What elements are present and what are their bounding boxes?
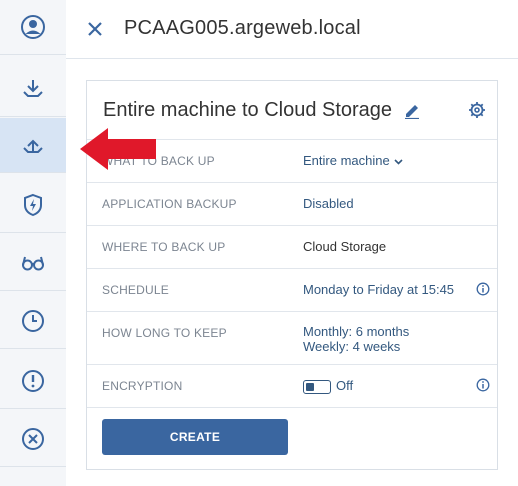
chevron-down-icon — [394, 158, 403, 165]
row-how-long-to-keep[interactable]: How long to keep Monthly: 6 months Weekly… — [87, 311, 497, 364]
row-value[interactable]: Off — [303, 378, 353, 394]
row-where-to-back-up[interactable]: Where to back up Cloud Storage — [87, 225, 497, 268]
cancel-circle-icon — [22, 428, 44, 450]
row-value[interactable]: Disabled — [303, 196, 354, 211]
panel-header: PCAAG005.argeweb.local — [66, 0, 518, 59]
create-button[interactable]: CREATE — [102, 419, 288, 455]
sidebar-item-cancel[interactable] — [0, 412, 66, 467]
pencil-icon[interactable] — [403, 101, 421, 119]
info-icon[interactable] — [476, 282, 490, 296]
row-value[interactable]: Monthly: 6 months Weekly: 4 weeks — [303, 324, 409, 354]
info-icon[interactable] — [476, 378, 490, 392]
shield-lightning-icon — [24, 193, 42, 217]
row-value[interactable]: Cloud Storage — [303, 239, 386, 254]
row-label: Schedule — [102, 283, 169, 297]
backup-icon — [23, 139, 43, 153]
encryption-status: Off — [336, 378, 354, 393]
close-icon[interactable] — [86, 20, 104, 38]
encryption-toggle[interactable] — [303, 379, 331, 394]
plan-title: Entire machine to Cloud Storage — [103, 99, 393, 121]
page-title: PCAAG005.argeweb.local — [124, 17, 361, 39]
annotation-arrow-icon — [80, 128, 156, 170]
glasses-icon — [22, 256, 44, 271]
row-label: Encryption — [102, 379, 183, 393]
sidebar-item-alerts[interactable] — [0, 354, 66, 409]
sidebar-item-activities[interactable] — [0, 294, 66, 349]
row-value[interactable]: Entire machine — [303, 153, 403, 168]
sidebar-item-recovery[interactable] — [0, 62, 66, 117]
row-schedule[interactable]: Schedule Monday to Friday at 15:45 — [87, 268, 497, 311]
backup-panel: PCAAG005.argeweb.local Entire machine to… — [66, 0, 518, 486]
row-value[interactable]: Monday to Friday at 15:45 — [303, 282, 454, 297]
row-value-text: Entire machine — [303, 153, 390, 168]
user-icon — [21, 15, 45, 39]
sidebar-item-account[interactable] — [0, 0, 66, 55]
download-icon — [23, 80, 43, 97]
sidebar — [0, 0, 67, 486]
divider — [87, 407, 497, 408]
alert-icon — [22, 370, 44, 392]
retention-weekly: Weekly: 4 weeks — [303, 339, 401, 354]
row-application-backup[interactable]: Application backup Disabled — [87, 182, 497, 225]
sidebar-item-protection[interactable] — [0, 178, 66, 233]
gear-icon[interactable] — [468, 101, 486, 119]
row-label: Where to back up — [102, 240, 226, 254]
sidebar-item-overview[interactable] — [0, 236, 66, 291]
clock-icon — [22, 310, 44, 332]
sidebar-item-backup[interactable] — [0, 118, 66, 173]
retention-monthly: Monthly: 6 months — [303, 324, 410, 339]
row-encryption[interactable]: Encryption Off — [87, 364, 497, 407]
row-label: Application backup — [102, 197, 237, 211]
row-label: How long to keep — [102, 326, 227, 340]
